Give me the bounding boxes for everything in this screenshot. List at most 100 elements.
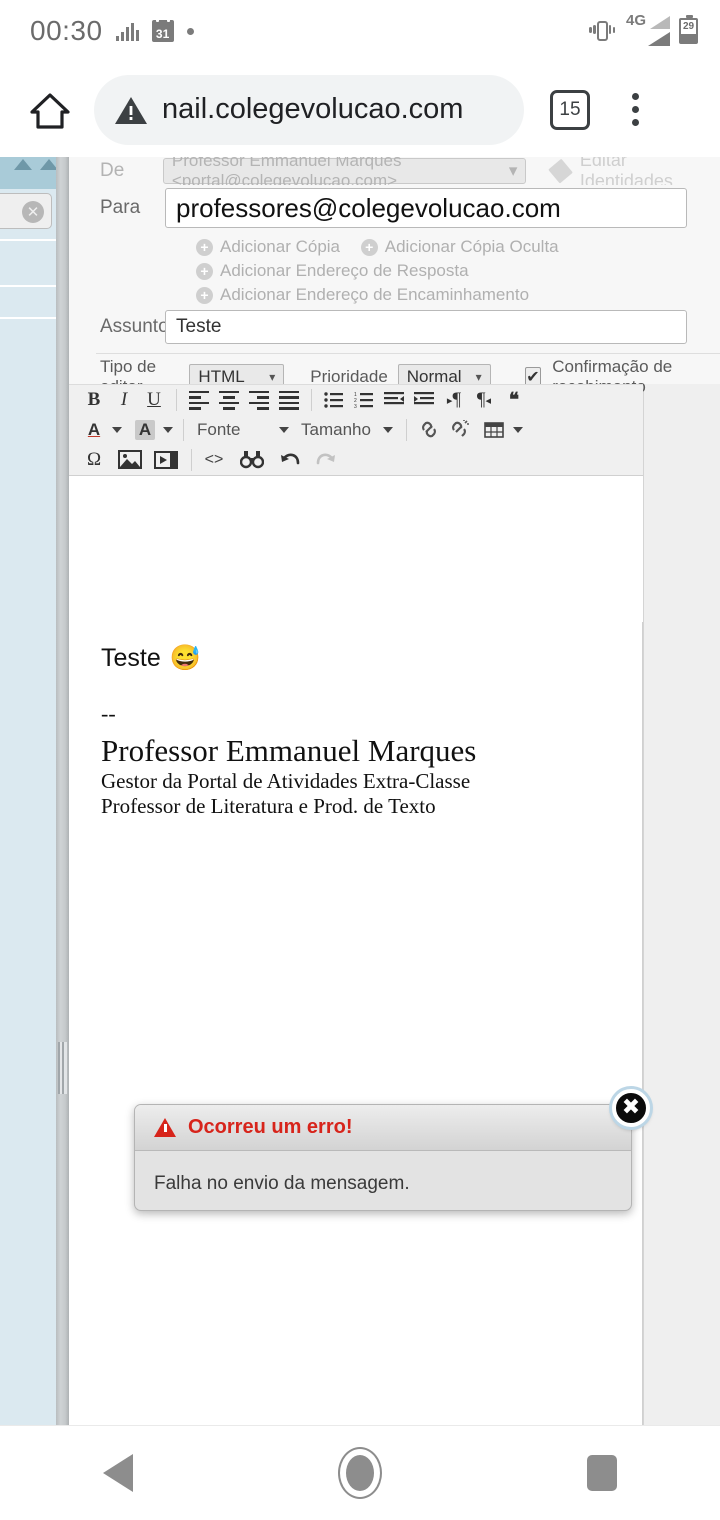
editor-toolbar: B I U 123 ▸ ¶ ¶ ◂ ❝ A A Fonte Tamanho Ω … xyxy=(69,384,643,476)
panel-splitter[interactable] xyxy=(56,157,69,1425)
align-right-icon[interactable] xyxy=(244,386,274,414)
bullet-list-icon[interactable] xyxy=(319,386,349,414)
table-chevron-down-icon[interactable] xyxy=(513,427,523,433)
add-cc-link[interactable]: + Adicionar Cópia xyxy=(196,235,340,259)
back-button-icon[interactable] xyxy=(102,1454,133,1492)
kebab-menu-icon[interactable] xyxy=(618,93,652,126)
signature-role-1: Gestor da Portal de Atividades Extra-Cla… xyxy=(101,769,471,793)
rtl-paragraph-icon[interactable]: ¶ ◂ xyxy=(469,386,499,414)
font-color-icon[interactable]: A xyxy=(79,416,109,444)
from-select[interactable]: Professor Emmanuel Marques <portal@coleg… xyxy=(162,157,527,185)
table-icon[interactable] xyxy=(480,416,510,444)
status-bar-left: 00:30 31 xyxy=(0,15,194,47)
unlink-icon[interactable] xyxy=(444,416,474,444)
add-bcc-link[interactable]: + Adicionar Cópia Oculta xyxy=(360,235,559,259)
dot-icon xyxy=(186,27,194,35)
highlight-color-icon[interactable]: A xyxy=(130,416,160,444)
from-row: De Professor Emmanuel Marques <portal@co… xyxy=(69,157,720,185)
link-icon[interactable] xyxy=(414,416,444,444)
align-center-icon[interactable] xyxy=(214,386,244,414)
toolbar-row-2: A A Fonte Tamanho xyxy=(69,415,643,445)
add-bcc-label: Adicionar Cópia Oculta xyxy=(384,237,559,256)
toolbar-row-1: B I U 123 ▸ ¶ ¶ ◂ ❝ xyxy=(69,385,643,415)
message-body-editor[interactable]: Teste 😅 -- Professor Emmanuel Marques Ge… xyxy=(69,622,643,1425)
find-replace-icon[interactable] xyxy=(237,446,267,474)
blockquote-icon[interactable]: ❝ xyxy=(499,386,529,414)
signature-role-2: Professor de Literatura e Prod. de Texto xyxy=(101,794,436,818)
edit-identities-link[interactable]: Editar Identidades xyxy=(548,157,720,185)
recipient-add-links: + Adicionar Cópia + Adicionar Cópia Ocul… xyxy=(196,235,720,307)
android-navigation-bar xyxy=(0,1425,720,1520)
sort-arrow-icon[interactable] xyxy=(14,159,32,170)
numbered-list-icon[interactable]: 123 xyxy=(349,386,379,414)
not-secure-warning-icon[interactable] xyxy=(114,95,148,125)
insert-video-icon[interactable] xyxy=(151,446,181,474)
signature-name: Professor Emmanuel Marques xyxy=(101,733,477,768)
home-button-icon[interactable] xyxy=(337,1447,382,1499)
recents-button-icon[interactable] xyxy=(587,1455,618,1491)
close-dialog-button[interactable]: ✖ xyxy=(612,1089,650,1127)
font-size-label: Tamanho xyxy=(301,420,371,439)
font-size-select[interactable]: Tamanho xyxy=(295,417,399,443)
bold-icon[interactable]: B xyxy=(79,386,109,414)
subject-input[interactable]: Teste xyxy=(165,310,687,344)
highlight-a-glyph: A xyxy=(134,420,156,440)
italic-icon[interactable]: I xyxy=(109,386,139,414)
plus-icon: + xyxy=(360,238,378,256)
paragraph-glyph: ¶ xyxy=(476,389,486,410)
clear-search-icon[interactable]: ✕ xyxy=(22,201,44,223)
undo-icon[interactable] xyxy=(275,446,305,474)
folder-divider xyxy=(0,285,56,287)
toolbar-row-3: Ω <> xyxy=(69,445,643,475)
ltr-paragraph-icon[interactable]: ▸ ¶ xyxy=(439,386,469,414)
indent-icon[interactable] xyxy=(409,386,439,414)
plus-icon: + xyxy=(196,286,213,304)
subject-label: Assunto xyxy=(100,316,169,337)
body-line-1: Teste 😅 xyxy=(101,644,642,673)
source-code-icon[interactable]: <> xyxy=(199,446,229,474)
battery-level: 29 xyxy=(682,21,695,32)
folder-divider xyxy=(0,317,56,319)
add-cc-label: Adicionar Cópia xyxy=(220,237,341,256)
header-divider xyxy=(96,353,720,354)
to-row: Para professores@colegevolucao.com xyxy=(69,185,720,231)
calendar-icon: 31 xyxy=(151,18,174,42)
from-value: Professor Emmanuel Marques <portal@coleg… xyxy=(171,157,402,185)
vibrate-icon xyxy=(587,19,617,43)
svg-text:3: 3 xyxy=(354,404,357,409)
search-input[interactable]: ✕ xyxy=(0,193,52,229)
add-followupto-link[interactable]: + Adicionar Endereço de Encaminhamento xyxy=(196,283,529,307)
folder-divider xyxy=(0,239,56,241)
to-input[interactable]: professores@colegevolucao.com xyxy=(165,188,687,228)
from-label: De xyxy=(100,160,125,181)
error-dialog-title: Ocorreu um erro! xyxy=(188,1116,353,1138)
align-left-icon[interactable] xyxy=(184,386,214,414)
font-family-select[interactable]: Fonte xyxy=(191,417,295,443)
outdent-icon[interactable] xyxy=(379,386,409,414)
splitter-grip[interactable] xyxy=(58,1042,67,1094)
equalizer-icon xyxy=(115,21,139,41)
tab-count-label: 15 xyxy=(559,98,581,120)
browser-toolbar: nail.colegevolucao.com 15 xyxy=(0,62,720,157)
align-justify-icon[interactable] xyxy=(274,386,304,414)
add-replyto-label: Adicionar Endereço de Resposta xyxy=(220,261,469,280)
pencil-icon xyxy=(548,158,574,184)
special-character-icon[interactable]: Ω xyxy=(79,446,109,474)
address-bar[interactable]: nail.colegevolucao.com xyxy=(94,74,524,145)
tab-counter-button[interactable]: 15 xyxy=(550,89,590,130)
android-status-bar: 00:30 31 4G 29 xyxy=(0,0,720,62)
status-bar-right: 4G 29 xyxy=(587,12,720,48)
insert-image-icon[interactable] xyxy=(115,446,145,474)
compose-header: De Professor Emmanuel Marques <portal@co… xyxy=(69,157,720,415)
folder-panel-header xyxy=(0,157,58,189)
warning-triangle-icon xyxy=(154,1118,176,1137)
edit-identities-label: Editar Identidades xyxy=(579,157,673,185)
underline-icon[interactable]: U xyxy=(139,386,169,414)
font-color-chevron-down-icon[interactable] xyxy=(112,427,122,433)
network-type-label: 4G xyxy=(626,12,647,29)
highlight-color-chevron-down-icon[interactable] xyxy=(163,427,173,433)
add-replyto-link[interactable]: + Adicionar Endereço de Resposta xyxy=(196,259,469,283)
plus-icon: + xyxy=(196,238,213,256)
home-icon[interactable] xyxy=(28,88,72,132)
paragraph-glyph: ¶ xyxy=(452,389,462,410)
